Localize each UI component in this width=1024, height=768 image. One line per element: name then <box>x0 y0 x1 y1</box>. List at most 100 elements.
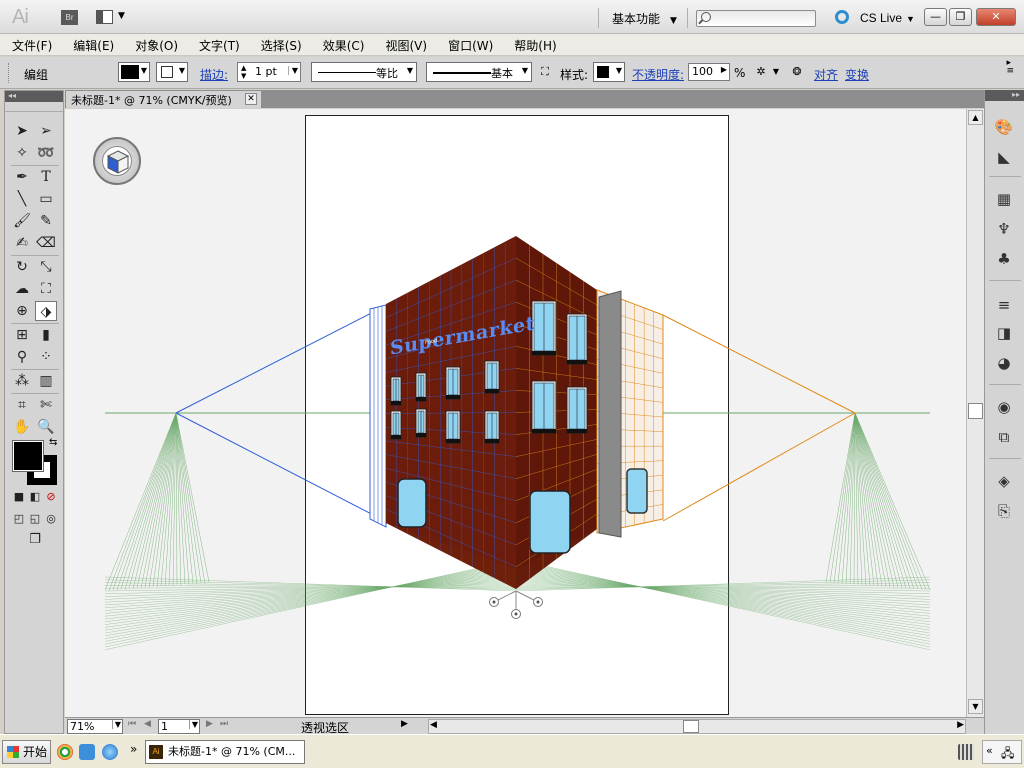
status-menu-arrow-icon[interactable]: ▶ <box>401 719 408 729</box>
quicklaunch-icon[interactable] <box>79 744 95 760</box>
transform-panel-link[interactable]: 变换 <box>845 66 869 83</box>
more-quicklaunch-button[interactable]: » <box>130 742 137 756</box>
hand-tool-icon[interactable]: ✋ <box>11 417 33 437</box>
blob-brush-tool-icon[interactable]: ✍ <box>11 233 33 253</box>
tools-panel-header[interactable]: ◂◂ <box>5 91 63 102</box>
screen-mode-icon[interactable]: ❐ <box>23 531 47 549</box>
swatches-panel-icon[interactable]: ▦ <box>993 188 1015 210</box>
minimize-button[interactable]: — <box>924 8 947 26</box>
start-button[interactable]: 开始 <box>2 740 51 764</box>
pen-tool-icon[interactable]: ✒ <box>11 167 33 187</box>
brush-options-icon[interactable]: ⛶ <box>538 65 552 79</box>
chrome-icon[interactable] <box>57 744 73 760</box>
stroke-weight-field[interactable]: ▲ ▼ 1 pt ▼ <box>237 62 301 82</box>
zoom-tool-icon[interactable]: 🔍 <box>35 417 57 437</box>
keyboard-icon[interactable] <box>958 744 974 760</box>
none-mode-icon[interactable]: ⊘ <box>43 489 59 505</box>
graphic-styles-panel-icon[interactable]: ⧉ <box>993 426 1015 448</box>
canvas[interactable]: Supermarket Food <box>65 109 966 717</box>
vertical-scrollbar[interactable]: ▲ ▼ <box>966 109 984 717</box>
layers-panel-icon[interactable]: ◈ <box>993 470 1015 492</box>
internet-explorer-icon[interactable] <box>102 744 118 760</box>
close-button[interactable]: ✕ <box>976 8 1016 26</box>
rectangle-tool-icon[interactable]: ▭ <box>35 189 57 209</box>
menu-object[interactable]: 对象(O) <box>135 34 178 55</box>
scroll-down-button[interactable]: ▼ <box>968 699 983 714</box>
color-panel-icon[interactable]: 🎨 <box>993 116 1015 138</box>
eraser-tool-icon[interactable]: ⌫ <box>35 233 57 253</box>
brush-definition-dropdown[interactable]: 基本 ▼ <box>426 62 532 82</box>
opacity-input[interactable]: 100 ▶ <box>688 63 730 81</box>
gradient-tool-icon[interactable]: ▮ <box>35 325 57 345</box>
cs-live-menu[interactable]: CS Live ▼ <box>860 11 915 25</box>
variable-width-profile-dropdown[interactable]: 等比 ▼ <box>311 62 417 82</box>
search-input[interactable] <box>696 10 816 27</box>
lasso-tool-icon[interactable]: ➿ <box>35 143 57 163</box>
gradient-panel-icon[interactable]: ◨ <box>993 322 1015 344</box>
swap-fill-stroke-icon[interactable]: ⇆ <box>49 437 57 448</box>
first-artboard-button[interactable]: ⏮ <box>128 719 136 729</box>
arrange-documents-button[interactable]: ▼ <box>96 9 128 26</box>
network-icon[interactable]: 🖧 <box>1001 744 1014 765</box>
eyedropper-tool-icon[interactable]: ⚲ <box>11 347 33 367</box>
artboard-tool-icon[interactable]: ⌗ <box>11 395 33 415</box>
horizontal-scrollbar[interactable]: ◀ ▶ <box>428 719 966 734</box>
column-graph-tool-icon[interactable]: ▥ <box>35 371 57 391</box>
previous-artboard-button[interactable]: ◀ <box>144 719 151 729</box>
transparency-panel-icon[interactable]: ◕ <box>993 352 1015 374</box>
warp-tool-icon[interactable]: ☁ <box>11 279 33 299</box>
slice-tool-icon[interactable]: ✄ <box>35 395 57 415</box>
scroll-right-button[interactable]: ▶ <box>957 720 964 730</box>
menu-effect[interactable]: 效果(C) <box>323 34 365 55</box>
gradient-mode-icon[interactable]: ◧ <box>27 489 43 505</box>
menu-select[interactable]: 选择(S) <box>261 34 302 55</box>
fill-color-box[interactable] <box>12 440 44 472</box>
appearance-panel-icon[interactable]: ◉ <box>993 396 1015 418</box>
zoom-level-dropdown[interactable]: 71% ▼ <box>67 719 123 734</box>
close-tab-icon[interactable]: ✕ <box>245 93 257 105</box>
opacity-panel-link[interactable]: 不透明度: <box>632 66 684 83</box>
stroke-panel-icon[interactable]: ≡ <box>993 294 1015 316</box>
blend-tool-icon[interactable]: ⁘ <box>35 347 57 367</box>
vertical-scroll-thumb[interactable] <box>968 403 983 419</box>
scroll-up-button[interactable]: ▲ <box>968 110 983 125</box>
chevron-down-icon[interactable]: ▼ <box>769 65 783 79</box>
recolor-artwork-icon[interactable]: ✲ <box>754 65 768 79</box>
artboards-panel-icon[interactable]: ⎘ <box>993 500 1015 522</box>
panel-grip[interactable] <box>8 63 12 83</box>
scale-tool-icon[interactable]: ⤡ <box>35 257 57 277</box>
draw-inside-icon[interactable]: ◎ <box>43 511 59 527</box>
artboard-number-dropdown[interactable]: 1 ▼ <box>158 719 200 734</box>
rotate-tool-icon[interactable]: ↻ <box>11 257 33 277</box>
restore-button[interactable]: ❐ <box>949 8 972 26</box>
menu-type[interactable]: 文字(T) <box>199 34 240 55</box>
graphic-style-dropdown[interactable]: ▼ <box>593 62 625 82</box>
horizontal-scroll-thumb[interactable] <box>683 720 699 733</box>
mesh-tool-icon[interactable]: ⊞ <box>11 325 33 345</box>
paintbrush-tool-icon[interactable]: 🖌 <box>11 211 33 231</box>
symbol-sprayer-tool-icon[interactable]: ⁂ <box>11 371 33 391</box>
document-tab[interactable]: 未标题-1* @ 71% (CMYK/预览) ✕ <box>66 91 261 108</box>
align-panel-link[interactable]: 对齐 <box>814 66 838 83</box>
direct-selection-tool-icon[interactable]: ➢ <box>35 121 57 141</box>
stroke-panel-link[interactable]: 描边: <box>200 66 228 83</box>
illustrator-taskbar-item[interactable]: Ai 未标题-1* @ 71% (CM... <box>145 740 305 764</box>
free-transform-tool-icon[interactable]: ⛶ <box>35 279 57 299</box>
menu-file[interactable]: 文件(F) <box>12 34 52 55</box>
stroke-color-dropdown[interactable]: ▼ <box>156 62 188 82</box>
color-guide-icon[interactable]: ◣ <box>993 146 1015 168</box>
color-mode-icon[interactable]: ■ <box>11 489 27 505</box>
panel-grip[interactable] <box>5 102 63 112</box>
selection-tool-icon[interactable]: ➤ <box>11 121 33 141</box>
next-artboard-button[interactable]: ▶ <box>206 719 213 729</box>
type-tool-icon[interactable]: T <box>35 167 57 187</box>
pencil-tool-icon[interactable]: ✎ <box>35 211 57 231</box>
panel-menu-icon[interactable]: ▸ ≡ <box>1006 59 1014 76</box>
bridge-button[interactable]: Br <box>61 10 78 25</box>
isolate-group-icon[interactable]: ❂ <box>790 65 804 79</box>
perspective-selection-tool-icon[interactable]: ⬗ <box>35 301 57 321</box>
workspace-switcher[interactable]: 基本功能 ▼ <box>612 10 677 27</box>
menu-view[interactable]: 视图(V) <box>385 34 427 55</box>
menu-edit[interactable]: 编辑(E) <box>73 34 114 55</box>
last-artboard-button[interactable]: ⏭ <box>220 719 228 729</box>
